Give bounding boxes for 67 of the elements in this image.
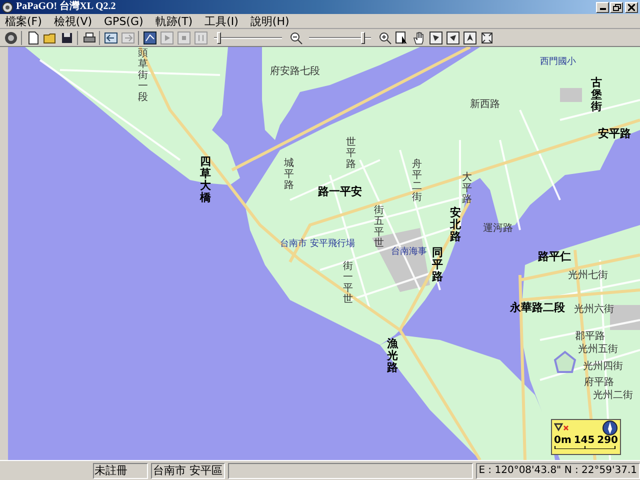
- road-label: 漁光路: [387, 338, 398, 374]
- printer-icon[interactable]: [81, 30, 96, 45]
- road-label: 路平仁: [538, 251, 571, 262]
- road-label: 四草大橋: [200, 156, 211, 204]
- scale-value: 0m: [554, 436, 572, 446]
- back-icon[interactable]: [103, 30, 118, 45]
- road-label: 街一平世: [343, 261, 353, 305]
- scale-bar: [554, 446, 616, 449]
- road-label: 安平路: [598, 128, 631, 139]
- hand-icon[interactable]: [411, 30, 426, 45]
- road-label: 府平路: [584, 378, 614, 388]
- road-label: 安北路: [450, 207, 461, 244]
- gps-signal-icon: [554, 423, 570, 433]
- registration-status: 未註冊: [92, 462, 148, 478]
- scale-value: 290: [597, 436, 618, 446]
- scale-value: 145: [574, 436, 595, 446]
- road-label: 城平路: [284, 158, 294, 191]
- menu-item[interactable]: GPS(G): [104, 16, 144, 26]
- app-icon: [2, 2, 13, 12]
- restore-button[interactable]: [610, 2, 623, 12]
- road-label: 世平路: [346, 137, 356, 170]
- restore-icon: [612, 4, 620, 10]
- district-status: 台南市 安平區: [151, 462, 225, 478]
- road-label: 頭草街一段: [138, 48, 148, 103]
- road-label: 光州六街: [574, 305, 614, 315]
- road-label: 府安路七段: [270, 67, 320, 77]
- save-icon[interactable]: [59, 30, 74, 45]
- road-label: 光州四街: [583, 362, 623, 372]
- road-label: 同平路: [432, 247, 443, 284]
- road-label: 光州七街: [568, 271, 608, 281]
- fullscreen-icon[interactable]: [479, 30, 494, 45]
- road-label: 舟平二街: [412, 159, 422, 203]
- menu-item[interactable]: 說明(H): [250, 16, 290, 26]
- map-view-icon[interactable]: [142, 30, 157, 45]
- road-label: 永華路二段: [510, 302, 565, 313]
- road-label: 大平路: [462, 172, 472, 205]
- slider-thumb[interactable]: [217, 32, 222, 44]
- menu-item[interactable]: 檔案(F): [5, 16, 42, 26]
- minimize-icon: [600, 8, 606, 10]
- road-label: 郡平路: [575, 332, 605, 342]
- slider-thumb[interactable]: [361, 32, 366, 44]
- compass-icon: [602, 420, 618, 436]
- close-icon: [628, 4, 635, 10]
- rotate-right-icon[interactable]: [445, 30, 460, 45]
- zoom-in-icon[interactable]: [377, 30, 392, 45]
- road-label: 新西路: [470, 100, 500, 110]
- place-label: 台南市 安平飛行場: [280, 240, 355, 249]
- menu-item[interactable]: 軌跡(T): [155, 16, 193, 26]
- road-label: 街五平世: [374, 205, 384, 249]
- road-label: 古堡街: [591, 77, 602, 114]
- close-button[interactable]: [625, 2, 638, 12]
- select-arrow-icon[interactable]: [394, 30, 409, 45]
- road-label: 光州二街: [593, 391, 633, 401]
- globe-icon[interactable]: [3, 30, 18, 45]
- coordinates-status: E : 120°08'43.8" N : 22°59'37.1: [476, 462, 640, 478]
- road-label: 運河路: [483, 224, 513, 234]
- place-label: 台南海事: [391, 248, 427, 257]
- menu-item[interactable]: 檢視(V): [54, 16, 92, 26]
- road-label: 路一平安: [318, 186, 362, 197]
- window-title: PaPaGO! 台灣XL Q2.2: [16, 2, 116, 12]
- place-label: 西門國小: [540, 58, 576, 67]
- rotate-left-icon[interactable]: [428, 30, 443, 45]
- road-label: 光州五街: [578, 345, 618, 355]
- menu-item[interactable]: 工具(I): [204, 16, 238, 26]
- minimize-button[interactable]: [596, 2, 609, 12]
- zoom-out-icon[interactable]: [288, 30, 303, 45]
- north-up-icon[interactable]: [462, 30, 477, 45]
